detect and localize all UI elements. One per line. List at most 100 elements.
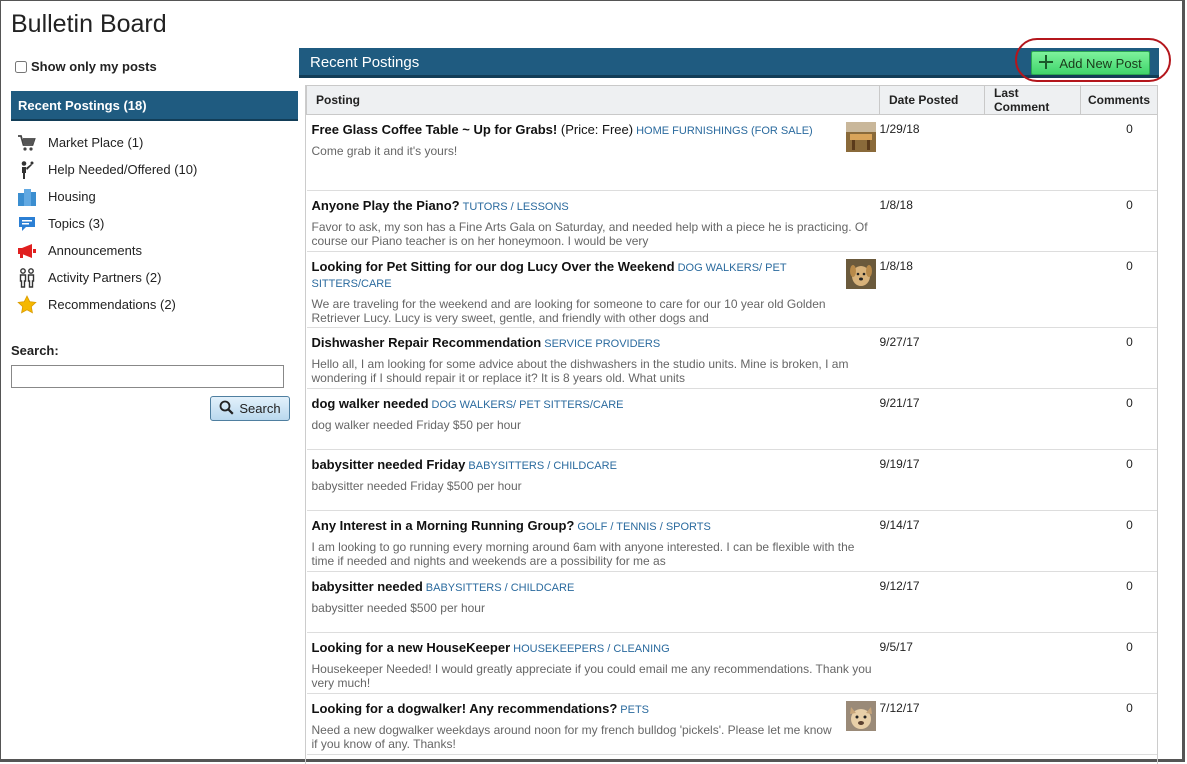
last-comment-cell: [984, 693, 1081, 755]
post-title-link[interactable]: Looking for a dogwalker! Any recommendat…: [312, 701, 618, 716]
table-row[interactable]: Housekeeper NeededHOUSEKEEPERS / CLEANIN…: [306, 754, 1157, 764]
last-comment-cell: [984, 388, 1081, 450]
show-only-my-posts-checkbox[interactable]: [15, 60, 27, 73]
post-title-link[interactable]: dog walker needed: [312, 396, 429, 411]
post-category-link[interactable]: TUTORS / LESSONS: [463, 201, 569, 213]
magnifier-icon: [219, 400, 234, 418]
column-header-comments[interactable]: Comments: [1080, 85, 1157, 115]
post-title-link[interactable]: Looking for a new HouseKeeper: [312, 640, 511, 655]
cart-icon: [16, 133, 38, 153]
post-title-link[interactable]: Any Interest in a Morning Running Group?: [312, 518, 575, 533]
category-item-topics[interactable]: Topics (3): [16, 210, 197, 237]
post-thumbnail[interactable]: [845, 122, 876, 152]
comments-count-cell: 0: [1080, 693, 1157, 755]
table-row[interactable]: babysitter needed Friday BABYSITTERS / CH…: [306, 449, 1157, 511]
last-comment-cell: [984, 632, 1081, 694]
column-header-posting[interactable]: Posting: [306, 85, 880, 115]
posting-cell: babysitter needed BABYSITTERS / CHILDCARE…: [306, 571, 880, 633]
category-item-announcements[interactable]: Announcements: [16, 237, 197, 264]
helping-person-icon: [16, 160, 38, 180]
comments-count-cell: 0: [1080, 571, 1157, 633]
post-category-link[interactable]: GOLF / TENNIS / SPORTS: [577, 521, 710, 533]
post-title-link[interactable]: Free Glass Coffee Table ~ Up for Grabs!: [312, 122, 558, 137]
category-item-housing[interactable]: Housing: [16, 183, 197, 210]
column-header-date-posted[interactable]: Date Posted: [879, 85, 985, 115]
table-row[interactable]: Looking for a new HouseKeeper HOUSEKEEPER…: [306, 632, 1157, 694]
category-label: Activity Partners (2): [48, 270, 162, 285]
posting-cell: babysitter needed Friday BABYSITTERS / CH…: [306, 449, 880, 511]
post-snippet: babysitter needed $500 per hour: [311, 601, 485, 615]
post-category-link[interactable]: HOME FURNISHINGS (FOR SALE): [636, 125, 813, 137]
posting-cell: Dishwasher Repair Recommendation SERVICE …: [306, 327, 880, 389]
post-snippet: babysitter needed Friday $500 per hour: [311, 479, 522, 493]
add-new-post-label: Add New Post: [1059, 55, 1142, 71]
post-category-link[interactable]: BABYSITTERS / CHILDCARE: [468, 460, 617, 472]
column-header-last-comment[interactable]: Last Comment: [984, 85, 1081, 115]
post-category-link[interactable]: DOG WALKERS/ PET SITTERS/CARE: [432, 399, 624, 411]
post-snippet: dog walker needed Friday $50 per hour: [311, 418, 521, 432]
table-row[interactable]: Dishwasher Repair Recommendation SERVICE …: [306, 327, 1157, 389]
date-posted-cell: 9/14/17: [879, 510, 985, 572]
comments-count-cell: 0: [1080, 327, 1157, 389]
post-thumbnail[interactable]: [845, 701, 876, 731]
post-snippet: Housekeeper Needed! I would greatly appr…: [311, 662, 872, 690]
plus-icon: [1039, 54, 1054, 72]
table-row[interactable]: dog walker needed DOG WALKERS/ PET SITTER…: [306, 388, 1157, 450]
category-item-activity-partners[interactable]: Activity Partners (2): [16, 264, 197, 291]
table-row[interactable]: Free Glass Coffee Table ~ Up for Grabs! …: [306, 114, 1157, 191]
last-comment-cell: [984, 754, 1081, 764]
last-comment-cell: [984, 114, 1081, 191]
last-comment-cell: [984, 571, 1081, 633]
comments-count-cell: 0: [1080, 449, 1157, 511]
date-posted-cell: 9/19/17: [879, 449, 985, 511]
table-row[interactable]: babysitter needed BABYSITTERS / CHILDCARE…: [306, 571, 1157, 633]
posting-cell: Looking for a dogwalker! Any recommendat…: [306, 693, 880, 755]
search-input[interactable]: [11, 365, 284, 388]
post-snippet: Need a new dogwalker weekdays around noo…: [311, 723, 832, 751]
post-title-link[interactable]: babysitter needed Friday: [312, 457, 466, 472]
post-category-link[interactable]: PETS: [620, 704, 649, 716]
category-label: Announcements: [48, 243, 142, 258]
date-posted-cell: 1/8/18: [879, 190, 985, 252]
category-label: Topics (3): [48, 216, 105, 231]
search-label: Search:: [11, 343, 59, 358]
postings-body: Free Glass Coffee Table ~ Up for Grabs! …: [306, 114, 1157, 764]
post-thumbnail[interactable]: [845, 259, 876, 289]
category-item-help-needed[interactable]: Help Needed/Offered (10): [16, 156, 197, 183]
table-row[interactable]: Any Interest in a Morning Running Group?…: [306, 510, 1157, 572]
table-row[interactable]: Looking for Pet Sitting for our dog Lucy…: [306, 251, 1157, 328]
comments-count-cell: 0: [1080, 190, 1157, 252]
table-header-row: Posting Date Posted Last Comment Comment…: [306, 85, 1157, 115]
date-posted-cell: 9/12/17: [879, 571, 985, 633]
posting-cell: Anyone Play the Piano? TUTORS / LESSONS Fa…: [306, 190, 880, 252]
table-row[interactable]: Looking for a dogwalker! Any recommendat…: [306, 693, 1157, 755]
star-icon: [16, 294, 38, 315]
show-only-my-posts-label: Show only my posts: [31, 59, 157, 74]
post-category-link[interactable]: HOUSEKEEPERS / CLEANING: [513, 643, 670, 655]
category-item-recommendations[interactable]: Recommendations (2): [16, 291, 197, 318]
post-title-link[interactable]: babysitter needed: [312, 579, 423, 594]
category-item-market-place[interactable]: Market Place (1): [16, 129, 197, 156]
date-posted-cell: 4/21/17: [879, 754, 985, 764]
date-posted-cell: 1/8/18: [879, 251, 985, 328]
post-title-link[interactable]: Anyone Play the Piano?: [312, 198, 460, 213]
table-row[interactable]: Anyone Play the Piano? TUTORS / LESSONS Fa…: [306, 190, 1157, 252]
post-snippet: Favor to ask, my son has a Fine Arts Gal…: [311, 220, 868, 248]
categories-header[interactable]: Recent Postings (18): [11, 91, 298, 121]
date-posted-cell: 7/12/17: [879, 693, 985, 755]
people-icon: [16, 267, 38, 288]
search-button[interactable]: Search: [210, 396, 290, 421]
post-category-link[interactable]: BABYSITTERS / CHILDCARE: [426, 582, 575, 594]
post-snippet: We are traveling for the weekend and are…: [311, 297, 826, 325]
post-snippet: Hello all, I am looking for some advice …: [311, 357, 849, 385]
posting-cell: Any Interest in a Morning Running Group?…: [306, 510, 880, 572]
add-new-post-button[interactable]: Add New Post: [1031, 51, 1150, 75]
post-title-link[interactable]: Looking for Pet Sitting for our dog Lucy…: [312, 259, 675, 274]
date-posted-cell: 9/27/17: [879, 327, 985, 389]
post-category-link[interactable]: SERVICE PROVIDERS: [544, 338, 660, 350]
show-only-my-posts-toggle[interactable]: Show only my posts: [15, 59, 157, 74]
category-label: Help Needed/Offered (10): [48, 162, 198, 177]
date-posted-cell: 9/21/17: [879, 388, 985, 450]
category-label: Recommendations (2): [48, 297, 176, 312]
post-title-link[interactable]: Dishwasher Repair Recommendation: [312, 335, 542, 350]
